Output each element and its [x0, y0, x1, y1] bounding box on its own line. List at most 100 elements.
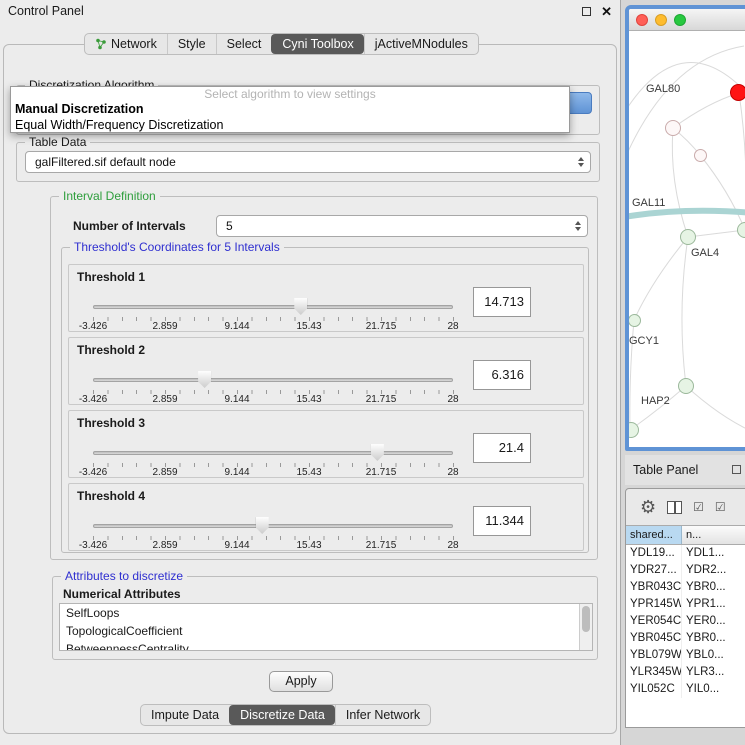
table-data-combobox[interactable]: galFiltered.sif default node — [25, 151, 591, 173]
threshold-3-value-field[interactable]: 21.4 — [473, 433, 531, 463]
slider-track[interactable] — [93, 451, 453, 455]
control-panel-titlebar: Control Panel ✕ — [0, 0, 620, 22]
threshold-4-value-field[interactable]: 11.344 — [473, 506, 531, 536]
network-node[interactable] — [665, 120, 681, 136]
cell: YBR045C — [626, 630, 682, 647]
network-node-selected[interactable] — [730, 84, 745, 101]
cell: YPR145W — [626, 596, 682, 613]
gear-icon[interactable]: ⚙ — [640, 498, 656, 516]
threshold-2-value-field[interactable]: 6.316 — [473, 360, 531, 390]
tab-style[interactable]: Style — [167, 34, 216, 54]
table-row[interactable]: YIL052CYIL0... — [626, 681, 745, 698]
threshold-2-slider[interactable] — [93, 371, 453, 389]
table-panel-window: ⚙ ☑ ☑ shared... n... YDL19...YDL1... YDR… — [625, 488, 745, 728]
table-row[interactable]: YDR27...YDR2... — [626, 562, 745, 579]
apply-button[interactable]: Apply — [269, 671, 333, 692]
attributes-list-scrollbar[interactable] — [579, 604, 592, 650]
close-window-button[interactable] — [636, 14, 648, 26]
zoom-window-button[interactable] — [674, 14, 686, 26]
network-node[interactable] — [680, 229, 696, 245]
column-header-name[interactable]: n... — [682, 526, 745, 544]
tick-label: 15.43 — [296, 467, 321, 478]
threshold-1-block: Threshold 1 -3.426 2.859 9.144 15.43 21.… — [68, 264, 584, 332]
column-header-shared-name[interactable]: shared... — [626, 526, 682, 544]
list-item[interactable]: TopologicalCoefficient — [60, 622, 592, 640]
table-toolbar: ⚙ ☑ ☑ — [626, 489, 745, 525]
threshold-3-slider[interactable] — [93, 444, 453, 462]
slider-track[interactable] — [93, 378, 453, 382]
tab-network[interactable]: Network — [85, 34, 167, 54]
slider-track[interactable] — [93, 524, 453, 528]
list-item[interactable]: SelfLoops — [60, 604, 592, 622]
table-panel-titlebar: Table Panel — [625, 455, 745, 485]
network-node[interactable] — [678, 378, 694, 394]
tick-label: 21.715 — [366, 321, 397, 332]
numerical-attributes-label: Numerical Attributes — [63, 587, 181, 601]
cell: YLR3... — [682, 664, 745, 681]
list-item[interactable]: BetweennessCentrality — [60, 640, 592, 651]
threshold-1-slider[interactable] — [93, 298, 453, 316]
slider-thumb[interactable] — [198, 371, 211, 388]
tick-label: 2.859 — [152, 394, 177, 405]
slider-thumb[interactable] — [256, 517, 269, 534]
control-panel-window: Control Panel ✕ Network Style Select Cyn… — [0, 0, 621, 745]
chevron-updown-icon — [575, 221, 581, 231]
tick-label: -3.426 — [79, 467, 107, 478]
float-window-icon[interactable] — [582, 7, 591, 16]
group-title: Threshold's Coordinates for 5 Intervals — [70, 240, 284, 254]
tab-select[interactable]: Select — [216, 34, 272, 54]
tab-impute-data[interactable]: Impute Data — [141, 705, 229, 725]
tab-label: Infer Network — [346, 708, 420, 722]
slider-thumb[interactable] — [371, 444, 384, 461]
threshold-1-value-field[interactable]: 14.713 — [473, 287, 531, 317]
tab-label: Network — [111, 37, 157, 51]
close-icon[interactable]: ✕ — [601, 7, 612, 16]
network-canvas[interactable]: GAL80 GAL11 GAL4 GCY1 HAP2 — [629, 31, 745, 447]
network-node[interactable] — [694, 149, 707, 162]
columns-icon[interactable] — [667, 501, 682, 514]
tab-label: Style — [178, 37, 206, 51]
tick-label: 28 — [447, 467, 458, 478]
tab-jactivemnodules[interactable]: jActiveMNodules — [364, 34, 478, 54]
table-header-row: shared... n... — [626, 525, 745, 545]
threshold-label: Threshold 3 — [77, 416, 145, 430]
cell: YPR1... — [682, 596, 745, 613]
threshold-4-slider[interactable] — [93, 517, 453, 535]
popup-option-manual[interactable]: Manual Discretization — [11, 101, 569, 117]
tab-cyni-toolbox[interactable]: Cyni Toolbox — [271, 34, 363, 54]
scrollbar-thumb[interactable] — [582, 606, 590, 632]
threshold-2-block: Threshold 2 -3.426 2.859 9.144 15.43 21.… — [68, 337, 584, 405]
node-label: GCY1 — [629, 335, 659, 347]
cell: YDL19... — [626, 545, 682, 562]
cell: YER054C — [626, 613, 682, 630]
threshold-label: Threshold 2 — [77, 343, 145, 357]
checkbox-checked-icon[interactable]: ☑ — [715, 501, 726, 513]
tick-label: -3.426 — [79, 540, 107, 551]
checkbox-checked-icon[interactable]: ☑ — [693, 501, 704, 513]
table-row[interactable]: YLR345WYLR3... — [626, 664, 745, 681]
window-title: Control Panel — [8, 4, 582, 18]
table-row[interactable]: YBL079WYBL0... — [626, 647, 745, 664]
group-title: Table Data — [25, 135, 90, 149]
popup-option-equal-width[interactable]: Equal Width/Frequency Discretization — [11, 117, 569, 133]
threshold-3-block: Threshold 3 -3.426 2.859 9.144 15.43 21.… — [68, 410, 584, 478]
table-row[interactable]: YER054CYER0... — [626, 613, 745, 630]
float-panel-icon[interactable] — [732, 465, 741, 474]
tab-discretize-data[interactable]: Discretize Data — [229, 705, 335, 725]
table-row[interactable]: YDL19...YDL1... — [626, 545, 745, 562]
cyni-mode-tabs: Impute Data Discretize Data Infer Networ… — [140, 704, 431, 726]
table-row[interactable]: YBR045CYBR0... — [626, 630, 745, 647]
network-icon — [95, 38, 107, 50]
tick-label: 21.715 — [366, 394, 397, 405]
tab-infer-network[interactable]: Infer Network — [335, 705, 430, 725]
number-of-intervals-combobox[interactable]: 5 — [216, 215, 588, 237]
slider-track[interactable] — [93, 305, 453, 309]
slider-thumb[interactable] — [294, 298, 307, 315]
combobox-value: galFiltered.sif default node — [35, 155, 176, 169]
table-data-group: Table Data galFiltered.sif default node — [16, 142, 600, 182]
minimize-window-button[interactable] — [655, 14, 667, 26]
tick-label: 9.144 — [224, 540, 249, 551]
table-row[interactable]: YPR145WYPR1... — [626, 596, 745, 613]
cell: YDL1... — [682, 545, 745, 562]
table-row[interactable]: YBR043CYBR0... — [626, 579, 745, 596]
